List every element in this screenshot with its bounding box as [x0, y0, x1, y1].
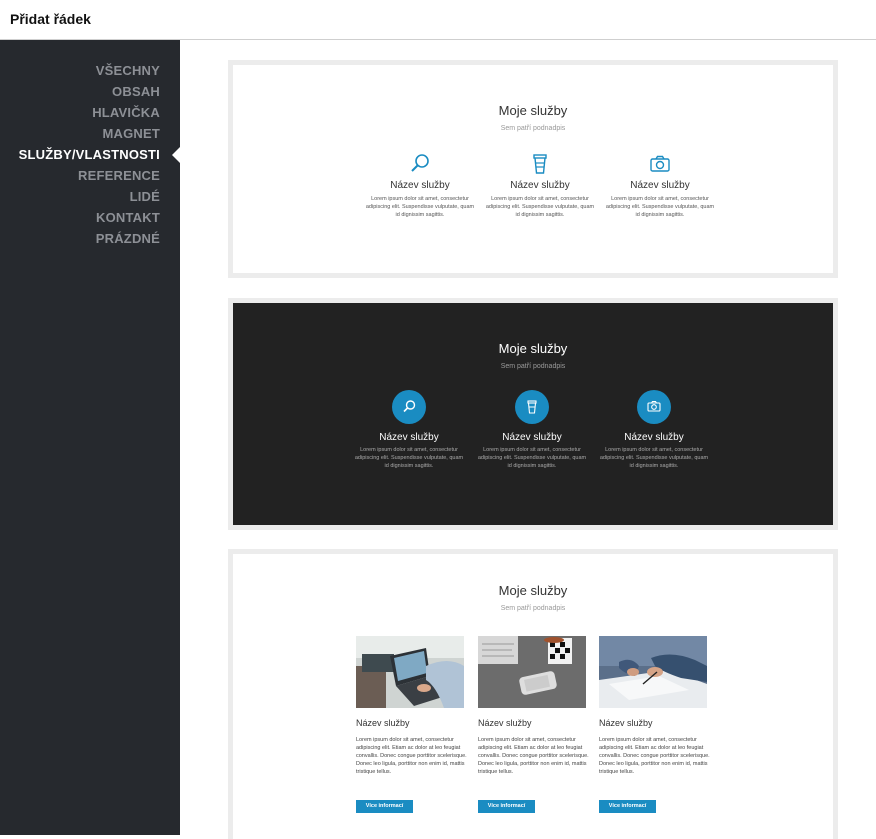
section-title: Moje služby: [498, 583, 568, 598]
service-name: Název služby: [599, 718, 653, 728]
service-name: Název služby: [356, 718, 410, 728]
service-name: Název služby: [478, 718, 532, 728]
sidebar-item-obsah[interactable]: OBSAH: [112, 84, 160, 99]
camera-icon: [649, 153, 671, 180]
sidebar-item-hlavicka[interactable]: HLAVIČKA: [92, 105, 160, 120]
sidebar-item-kontakt[interactable]: KONTAKT: [96, 210, 160, 225]
service-name: Název služby: [624, 432, 684, 443]
service-name: Název služby: [502, 432, 562, 443]
top-bar: Přidat řádek: [0, 0, 876, 40]
template-list: Moje služby Sem patří podnadpis Název sl…: [180, 40, 876, 839]
sidebar-item-reference[interactable]: REFERENCE: [78, 168, 160, 183]
section-title: Moje služby: [498, 103, 568, 118]
sidebar-item-sluzby-vlastnosti[interactable]: SLUŽBY/VLASTNOSTI: [19, 147, 160, 162]
template-card-dark[interactable]: Moje služby Sem patří podnadpis Název sl…: [228, 298, 838, 530]
section-subtitle: Sem patří podnadpis: [500, 605, 566, 612]
service-description: Lorem ipsum dolor sit amet, consectetur …: [356, 737, 467, 775]
sidebar-item-magnet[interactable]: MAGNET: [102, 126, 160, 141]
phone-coffee-photo: [478, 636, 586, 708]
section-title: Moje služby: [498, 341, 568, 356]
service-name: Název služby: [630, 180, 690, 191]
section-subtitle: Sem patří podnadpis: [500, 363, 566, 370]
magnifier-icon: [392, 390, 426, 424]
sidebar-item-vsechny[interactable]: VŠECHNY: [96, 63, 160, 78]
service-description: Lorem ipsum dolor sit amet, consectetur …: [365, 196, 475, 218]
writing-photo: [599, 636, 707, 708]
more-info-button[interactable]: Více informací: [478, 800, 535, 813]
service-description: Lorem ipsum dolor sit amet, consectetur …: [599, 737, 710, 775]
template-card-light[interactable]: Moje služby Sem patří podnadpis Název sl…: [228, 60, 838, 278]
cup-icon: [515, 390, 549, 424]
laptop-photo: [356, 636, 464, 708]
section-subtitle: Sem patří podnadpis: [500, 125, 566, 132]
service-description: Lorem ipsum dolor sit amet, consectetur …: [599, 447, 709, 469]
service-description: Lorem ipsum dolor sit amet, consectetur …: [354, 447, 464, 469]
service-name: Název služby: [390, 180, 450, 191]
service-name: Název služby: [379, 432, 439, 443]
service-description: Lorem ipsum dolor sit amet, consectetur …: [478, 737, 589, 775]
more-info-button[interactable]: Více informací: [599, 800, 656, 813]
sidebar-item-prazdne[interactable]: PRÁZDNÉ: [96, 231, 160, 246]
more-info-button[interactable]: Více informací: [356, 800, 413, 813]
sidebar: VŠECHNY OBSAH HLAVIČKA MAGNET SLUŽBY/VLA…: [0, 40, 180, 835]
cup-icon: [529, 153, 551, 180]
service-description: Lorem ipsum dolor sit amet, consectetur …: [477, 447, 587, 469]
active-item-pointer: [172, 147, 180, 163]
page-title: Přidat řádek: [10, 11, 91, 27]
service-description: Lorem ipsum dolor sit amet, consectetur …: [485, 196, 595, 218]
camera-icon: [637, 390, 671, 424]
template-card-photos[interactable]: Moje služby Sem patří podnadpis Název sl…: [228, 549, 838, 839]
sidebar-item-lide[interactable]: LIDÉ: [130, 189, 160, 204]
service-name: Název služby: [510, 180, 570, 191]
magnifier-icon: [409, 153, 431, 180]
service-description: Lorem ipsum dolor sit amet, consectetur …: [605, 196, 715, 218]
